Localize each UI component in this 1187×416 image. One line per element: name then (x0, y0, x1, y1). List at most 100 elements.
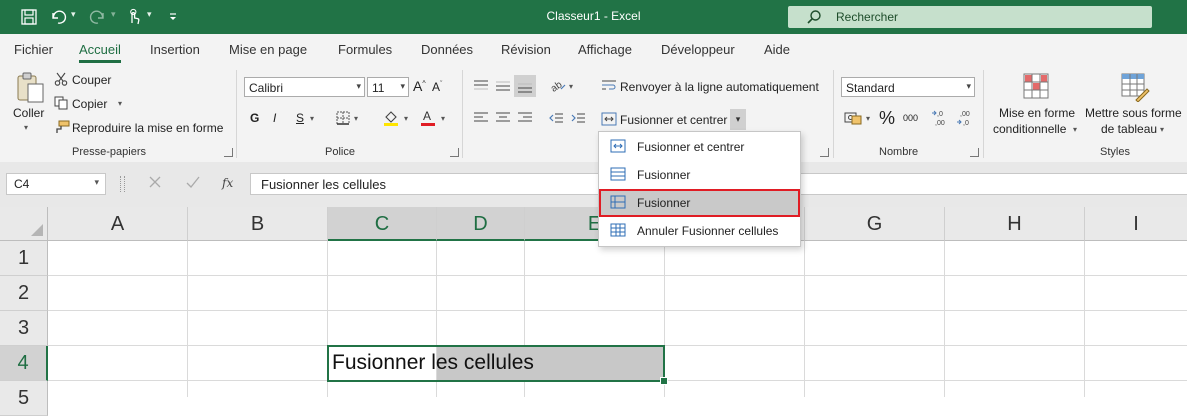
alignment-launcher-icon[interactable] (820, 148, 829, 157)
number-format-value: Standard (846, 81, 895, 95)
search-placeholder: Rechercher (836, 10, 899, 24)
accounting-dropdown-icon[interactable]: ▾ (866, 114, 870, 123)
align-bottom-icon[interactable] (514, 75, 536, 97)
name-box-value: C4 (14, 177, 30, 191)
tab-mise-en-page[interactable]: Mise en page (229, 42, 307, 57)
borders-icon[interactable] (336, 111, 350, 125)
row-header-2[interactable]: 2 (0, 276, 48, 311)
wrap-text-button[interactable]: Renvoyer à la ligne automatiquement (620, 80, 819, 94)
row-header-3[interactable]: 3 (0, 311, 48, 346)
underline-button[interactable]: S (296, 111, 304, 125)
tab-donnees[interactable]: Données (421, 42, 473, 57)
cancel-icon[interactable] (148, 175, 162, 189)
active-tab-indicator (79, 60, 121, 63)
row-header-4[interactable]: 4 (0, 346, 48, 381)
format-as-table-dropdown-icon[interactable]: ▾ (1160, 125, 1164, 134)
tab-revision[interactable]: Révision (501, 42, 551, 57)
conditional-formatting-dropdown-icon[interactable]: ▾ (1073, 125, 1077, 134)
align-top-icon[interactable] (473, 79, 489, 93)
format-as-table-label-1[interactable]: Mettre sous forme (1085, 106, 1182, 120)
menu-item-label: Fusionner (637, 168, 691, 182)
copy-dropdown-icon[interactable]: ▾ (118, 99, 122, 108)
enter-icon[interactable] (185, 175, 201, 189)
paste-dropdown-icon[interactable]: ▾ (24, 123, 28, 132)
chevron-down-icon: ▾ (400, 81, 405, 91)
font-name-combo[interactable]: Calibri ▾ (244, 77, 365, 97)
merge-center-button[interactable]: Fusionner et centrer (620, 113, 727, 127)
orientation-icon[interactable]: ab (549, 77, 567, 93)
comma-style-icon[interactable]: 000 (903, 113, 918, 123)
paste-icon[interactable] (16, 72, 46, 104)
accounting-format-icon[interactable] (844, 111, 862, 125)
menu-item-merge-and-center[interactable]: Fusionner et centrer (599, 133, 800, 161)
column-header-h[interactable]: H (945, 207, 1085, 241)
row-header-1[interactable]: 1 (0, 241, 48, 276)
align-left-icon[interactable] (473, 111, 489, 125)
select-all-button[interactable] (0, 207, 48, 241)
tab-formules[interactable]: Formules (338, 42, 392, 57)
menu-item-unmerge-cells[interactable]: Annuler Fusionner cellules (599, 217, 800, 245)
column-header-a[interactable]: A (48, 207, 188, 241)
number-format-combo[interactable]: Standard ▾ (841, 77, 975, 97)
font-color-dropdown-icon[interactable]: ▾ (441, 114, 445, 123)
fill-color-icon[interactable] (383, 109, 399, 127)
align-middle-icon[interactable] (495, 79, 511, 93)
increase-decimal-icon[interactable]: ,0,00 (931, 109, 951, 127)
paste-button[interactable]: Coller (13, 106, 44, 120)
conditional-formatting-label-1[interactable]: Mise en forme (999, 106, 1075, 120)
align-right-icon[interactable] (517, 111, 533, 125)
underline-dropdown-icon[interactable]: ▾ (310, 114, 314, 123)
tab-accueil[interactable]: Accueil (79, 42, 121, 57)
orientation-dropdown-icon[interactable]: ▾ (569, 82, 573, 91)
name-box[interactable]: C4 ▾ (6, 173, 106, 195)
column-header-i[interactable]: I (1085, 207, 1187, 241)
search-icon (806, 9, 822, 25)
italic-button[interactable]: I (273, 111, 276, 125)
insert-function-icon[interactable]: fx (222, 176, 233, 190)
increase-indent-icon[interactable] (570, 111, 586, 125)
align-center-icon[interactable] (495, 111, 511, 125)
cell-c4[interactable]: Fusionner les cellules (332, 351, 534, 375)
menu-item-merge-across[interactable]: Fusionner (599, 161, 800, 189)
column-header-b[interactable]: B (188, 207, 328, 241)
format-painter-button[interactable]: Reproduire la mise en forme (72, 121, 223, 135)
menu-item-merge-cells[interactable]: Fusionner (599, 189, 800, 217)
tab-fichier[interactable]: Fichier (14, 42, 53, 57)
tab-insertion[interactable]: Insertion (150, 42, 200, 57)
font-launcher-icon[interactable] (450, 148, 459, 157)
cut-button[interactable]: Couper (72, 73, 111, 87)
percent-style-icon[interactable]: % (879, 108, 895, 129)
conditional-formatting-label-2[interactable]: conditionnelle (993, 122, 1066, 136)
decrease-font-size-icon[interactable]: Aˇ (432, 80, 442, 94)
column-header-g[interactable]: G (805, 207, 945, 241)
clipboard-launcher-icon[interactable] (224, 148, 233, 157)
decrease-decimal-icon[interactable]: ,00,0 (956, 109, 976, 127)
tab-affichage[interactable]: Affichage (578, 42, 632, 57)
bold-button[interactable]: G (250, 111, 259, 125)
borders-dropdown-icon[interactable]: ▾ (354, 114, 358, 123)
tab-developpeur[interactable]: Développeur (661, 42, 735, 57)
styles-group-label: Styles (1100, 146, 1130, 158)
ribbon-separator (983, 70, 984, 158)
format-as-table-label-2[interactable]: de tableau (1101, 122, 1157, 136)
column-header-c[interactable]: C (328, 207, 437, 241)
fill-color-dropdown-icon[interactable]: ▾ (404, 114, 408, 123)
fill-handle[interactable] (660, 377, 668, 385)
svg-text:ab: ab (549, 79, 565, 93)
formula-content: Fusionner les cellules (261, 177, 387, 192)
font-color-icon[interactable]: A (420, 109, 436, 127)
merge-dropdown-menu: Fusionner et centrer Fusionner Fusionner… (598, 131, 801, 247)
font-size-combo[interactable]: 11 ▾ (367, 77, 409, 97)
decrease-indent-icon[interactable] (548, 111, 564, 125)
row-header-5[interactable]: 5 (0, 381, 48, 416)
search-box[interactable]: Rechercher (788, 6, 1152, 28)
column-header-d[interactable]: D (437, 207, 525, 241)
chevron-down-icon: ▾ (356, 81, 361, 91)
formula-bar-splitter[interactable] (120, 176, 125, 192)
tab-aide[interactable]: Aide (764, 42, 790, 57)
increase-font-size-icon[interactable]: A^ (413, 78, 426, 94)
merge-dropdown-button[interactable]: ▾ (730, 109, 746, 130)
cut-icon (54, 72, 68, 86)
copy-button[interactable]: Copier (72, 97, 107, 111)
number-launcher-icon[interactable] (970, 148, 979, 157)
